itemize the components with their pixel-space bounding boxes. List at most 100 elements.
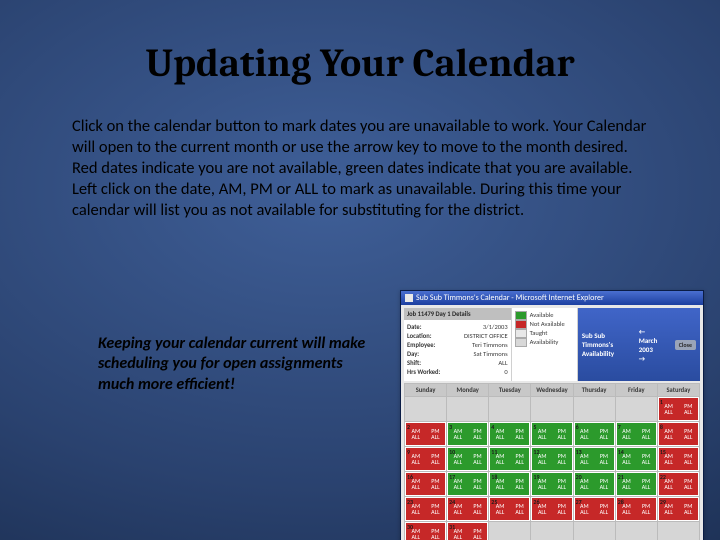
calendar-cell[interactable]: 27AMALLPMALL — [573, 497, 615, 522]
calendar-cell[interactable]: 19AMALLPMALL — [531, 472, 573, 497]
legend-label: Availability — [530, 338, 559, 346]
day-number: 21 — [618, 473, 624, 481]
calendar-cell[interactable]: 24AMALLPMALL — [447, 497, 489, 522]
day-number: 30 — [407, 523, 413, 531]
calendar-cell — [615, 522, 657, 540]
cell-pm[interactable]: PMALL — [468, 448, 488, 470]
cell-pm[interactable]: PMALL — [468, 423, 488, 445]
cell-pm[interactable]: PMALL — [678, 498, 698, 520]
calendar-cell[interactable]: 4AMALLPMALL — [489, 422, 531, 447]
next-month-icon[interactable]: → — [637, 354, 647, 363]
day-number: 6 — [576, 423, 579, 431]
calendar-cell[interactable]: 28AMALLPMALL — [615, 497, 657, 522]
weekday-header: Sunday — [405, 384, 447, 397]
day-number: 5 — [533, 423, 536, 431]
calendar-cell[interactable]: 29AMALLPMALL — [657, 497, 699, 522]
calendar-cell[interactable]: 5AMALLPMALL — [531, 422, 573, 447]
cell-pm[interactable]: PMALL — [636, 473, 656, 495]
calendar-cell[interactable]: 26AMALLPMALL — [531, 497, 573, 522]
calendar-cell[interactable]: 6AMALLPMALL — [573, 422, 615, 447]
legend-label: Available — [530, 311, 554, 319]
cell-pm[interactable]: PMALL — [636, 448, 656, 470]
calendar-cell — [447, 397, 489, 422]
calendar-cell[interactable]: 16AMALLPMALL — [405, 472, 447, 497]
weekday-header: Friday — [615, 384, 657, 397]
legend-label: Not Available — [530, 320, 565, 328]
window-body: Job 11479 Day 1 Details Date:3/1/2003Loc… — [401, 305, 703, 540]
calendar-cell[interactable]: 12AMALLPMALL — [531, 447, 573, 472]
cell-pm[interactable]: PMALL — [594, 498, 614, 520]
calendar-cell[interactable]: 21AMALLPMALL — [615, 472, 657, 497]
calendar-cell[interactable]: 7AMALLPMALL — [615, 422, 657, 447]
calendar-cell[interactable]: 8AMALLPMALL — [657, 422, 699, 447]
cell-pm[interactable]: PMALL — [678, 448, 698, 470]
day-number: 16 — [407, 473, 413, 481]
calendar-cell[interactable]: 25AMALLPMALL — [489, 497, 531, 522]
cell-pm[interactable]: PMALL — [510, 448, 530, 470]
cell-pm[interactable]: PMALL — [678, 473, 698, 495]
cell-pm[interactable]: PMALL — [510, 473, 530, 495]
calendar-cell — [531, 397, 573, 422]
day-number: 26 — [533, 498, 539, 506]
day-number: 23 — [407, 498, 413, 506]
calendar-cell[interactable]: 14AMALLPMALL — [615, 447, 657, 472]
calendar-cell[interactable]: 9AMALLPMALL — [405, 447, 447, 472]
detail-key: Date: — [407, 323, 422, 331]
day-number: 14 — [618, 448, 624, 456]
availability-header: Sub Sub Timmons's Availability ← March 2… — [578, 308, 700, 381]
cell-pm[interactable]: PMALL — [552, 473, 572, 495]
cell-pm[interactable]: PMALL — [636, 498, 656, 520]
month-label: March 2003 — [637, 336, 675, 354]
cell-pm[interactable]: PMALL — [426, 498, 446, 520]
cell-pm[interactable]: PMALL — [510, 498, 530, 520]
day-number: 2 — [407, 423, 410, 431]
calendar-grid: SundayMondayTuesdayWednesdayThursdayFrid… — [404, 383, 700, 540]
cell-pm[interactable]: PMALL — [678, 423, 698, 445]
calendar-cell[interactable]: 13AMALLPMALL — [573, 447, 615, 472]
calendar-cell — [573, 397, 615, 422]
weekday-header: Tuesday — [489, 384, 531, 397]
cell-pm[interactable]: PMALL — [594, 423, 614, 445]
calendar-cell[interactable]: 18AMALLPMALL — [489, 472, 531, 497]
detail-key: Day: — [407, 350, 419, 358]
calendar-cell[interactable]: 11AMALLPMALL — [489, 447, 531, 472]
calendar-cell[interactable]: 31AMALLPMALL — [447, 522, 489, 540]
detail-value: 0 — [504, 368, 507, 376]
window-titlebar: Sub Sub Timmons's Calendar - Microsoft I… — [401, 291, 703, 305]
day-number: 17 — [449, 473, 455, 481]
calendar-cell[interactable]: 17AMALLPMALL — [447, 472, 489, 497]
cell-pm[interactable]: PMALL — [678, 398, 698, 420]
calendar-cell[interactable]: 3AMALLPMALL — [447, 422, 489, 447]
cell-pm[interactable]: PMALL — [468, 498, 488, 520]
day-number: 10 — [449, 448, 455, 456]
calendar-cell[interactable]: 2AMALLPMALL — [405, 422, 447, 447]
cell-pm[interactable]: PMALL — [594, 448, 614, 470]
job-details-panel: Job 11479 Day 1 Details Date:3/1/2003Loc… — [404, 308, 512, 381]
prev-month-icon[interactable]: ← — [637, 327, 647, 336]
calendar-cell[interactable]: 15AMALLPMALL — [657, 447, 699, 472]
cell-pm[interactable]: PMALL — [426, 473, 446, 495]
cell-pm[interactable]: PMALL — [426, 448, 446, 470]
cell-pm[interactable]: PMALL — [594, 473, 614, 495]
calendar-cell — [615, 397, 657, 422]
cell-pm[interactable]: PMALL — [426, 523, 446, 540]
cell-pm[interactable]: PMALL — [552, 423, 572, 445]
legend-item: Taught — [515, 329, 574, 338]
cell-pm[interactable]: PMALL — [552, 448, 572, 470]
calendar-cell[interactable]: 10AMALLPMALL — [447, 447, 489, 472]
detail-row: Location:DISTRICT OFFICE — [407, 332, 508, 340]
cell-pm[interactable]: PMALL — [468, 473, 488, 495]
calendar-cell[interactable]: 30AMALLPMALL — [405, 522, 447, 540]
day-number: 19 — [533, 473, 539, 481]
calendar-cell[interactable]: 22AMALLPMALL — [657, 472, 699, 497]
cell-pm[interactable]: PMALL — [636, 423, 656, 445]
weekday-header: Thursday — [573, 384, 615, 397]
cell-pm[interactable]: PMALL — [426, 423, 446, 445]
cell-pm[interactable]: PMALL — [468, 523, 488, 540]
calendar-cell[interactable]: 20AMALLPMALL — [573, 472, 615, 497]
cell-pm[interactable]: PMALL — [552, 498, 572, 520]
cell-pm[interactable]: PMALL — [510, 423, 530, 445]
calendar-cell[interactable]: 23AMALLPMALL — [405, 497, 447, 522]
calendar-cell[interactable]: 1AMALLPMALL — [657, 397, 699, 422]
close-button[interactable]: Close — [675, 340, 696, 350]
